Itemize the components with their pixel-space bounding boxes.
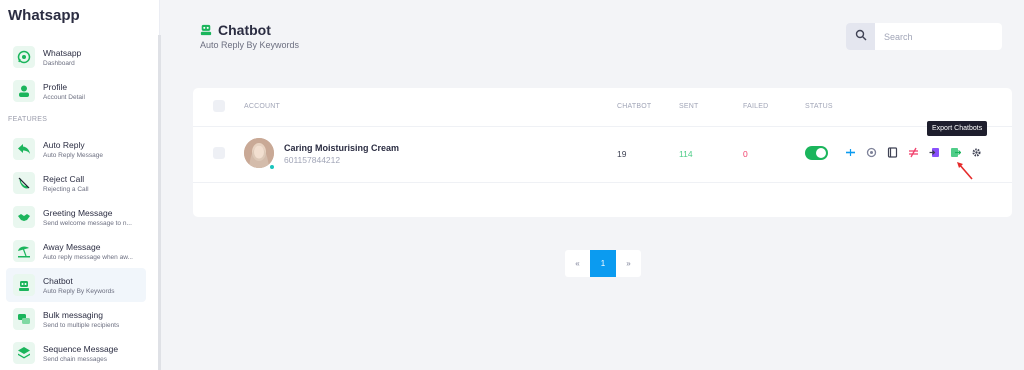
chatbot-count: 19	[617, 149, 627, 159]
sidebar-item-label: Away Message	[43, 241, 101, 252]
sidebar-item-sublabel: Auto Reply By Keywords	[43, 287, 115, 295]
sidebar-item-label: Reject Call	[43, 173, 85, 184]
export-chatbots-tooltip: Export Chatbots	[927, 121, 988, 136]
reply-icon	[13, 138, 35, 160]
settings-icon[interactable]	[866, 147, 877, 158]
sidebar-item-greeting-message[interactable]: Greeting Message Send welcome message to …	[6, 200, 146, 234]
search-button[interactable]	[846, 23, 875, 50]
column-header-status: STATUS	[805, 103, 833, 110]
pagination-page-button[interactable]: 1	[590, 250, 616, 277]
sidebar-scrollbar[interactable]	[158, 35, 161, 370]
search-icon	[855, 28, 867, 46]
layers-icon	[13, 342, 35, 364]
export-chatbots-icon[interactable]	[950, 147, 961, 158]
sidebar-item-sequence-message[interactable]: Sequence Message Send chain messages	[6, 336, 146, 370]
sent-count: 114	[679, 149, 693, 159]
chatbot-table-card: ACCOUNT CHATBOT SENT FAILED STATUS Carin…	[193, 88, 1012, 217]
row-divider	[193, 182, 1012, 183]
sidebar-item-sublabel: Send welcome message to n...	[43, 219, 132, 227]
add-action-icon[interactable]	[845, 147, 856, 158]
column-header-account: ACCOUNT	[244, 103, 281, 110]
search-input[interactable]	[875, 23, 995, 50]
sidebar-item-profile[interactable]: Profile Account Detail	[6, 74, 146, 108]
row-checkbox[interactable]	[213, 147, 225, 159]
brand-title: Whatsapp	[8, 7, 80, 24]
gear-icon[interactable]	[971, 147, 982, 158]
notebook-icon[interactable]	[887, 147, 898, 158]
phone-slash-icon	[13, 172, 35, 194]
sidebar-item-sublabel: Dashboard	[43, 59, 75, 67]
pagination-prev-button[interactable]: «	[565, 250, 590, 277]
sidebar-item-chatbot[interactable]: Chatbot Auto Reply By Keywords	[6, 268, 146, 302]
account-phone: 601157844212	[284, 155, 341, 165]
search-box	[846, 23, 1002, 50]
select-all-checkbox[interactable]	[213, 100, 225, 112]
sidebar-item-label: Greeting Message	[43, 207, 113, 218]
column-header-sent: SENT	[679, 103, 699, 110]
status-toggle[interactable]	[805, 146, 828, 160]
page-title: Chatbot	[218, 22, 271, 38]
section-label: FEATURES	[8, 116, 48, 123]
handshake-icon	[13, 206, 35, 228]
sidebar-item-label: Sequence Message	[43, 343, 119, 354]
sidebar-item-sublabel: Auto reply message when aw...	[43, 253, 133, 261]
sidebar-item-sublabel: Send chain messages	[43, 355, 107, 363]
sidebar-item-label: Whatsapp	[43, 47, 82, 58]
failed-count: 0	[743, 149, 748, 159]
page-subtitle: Auto Reply By Keywords	[200, 40, 300, 50]
pagination: « 1 »	[565, 250, 641, 277]
sidebar: Whatsapp Whatsapp Dashboard Profile Accoun…	[0, 0, 160, 370]
sidebar-item-label: Profile	[43, 81, 68, 92]
sidebar-item-reject-call[interactable]: Reject Call Rejecting a Call	[6, 166, 146, 200]
toggle-knob	[816, 148, 826, 158]
sidebar-item-bulk-messaging[interactable]: Bulk messaging Send to multiple recipient…	[6, 302, 146, 336]
sidebar-item-auto-reply[interactable]: Auto Reply Auto Reply Message	[6, 132, 146, 166]
sidebar-item-sublabel: Auto Reply Message	[43, 151, 103, 159]
sidebar-item-sublabel: Send to multiple recipients	[43, 321, 120, 329]
sidebar-item-sublabel: Account Detail	[43, 93, 85, 101]
column-header-chatbot: CHATBOT	[617, 103, 652, 110]
row-divider	[193, 126, 1012, 127]
beach-icon	[13, 240, 35, 262]
import-icon[interactable]	[929, 147, 940, 158]
red-arrow-icon	[957, 162, 973, 180]
robot-icon	[200, 23, 212, 36]
sidebar-item-label: Bulk messaging	[43, 309, 104, 320]
sidebar-item-sublabel: Rejecting a Call	[43, 185, 89, 193]
sidebar-item-whatsapp[interactable]: Whatsapp Dashboard	[6, 40, 146, 74]
sidebar-item-label: Chatbot	[43, 275, 73, 286]
sidebar-item-away-message[interactable]: Away Message Auto reply message when aw..…	[6, 234, 146, 268]
chat-bubbles-icon	[13, 308, 35, 330]
pagination-next-button[interactable]: »	[616, 250, 641, 277]
whatsapp-icon	[13, 46, 35, 68]
not-equal-icon[interactable]	[908, 147, 919, 158]
column-header-failed: FAILED	[743, 103, 769, 110]
account-name[interactable]: Caring Moisturising Cream	[284, 143, 399, 153]
sidebar-item-label: Auto Reply	[43, 139, 85, 150]
online-status-dot	[269, 164, 275, 170]
user-icon	[13, 80, 35, 102]
robot-icon	[13, 274, 35, 296]
